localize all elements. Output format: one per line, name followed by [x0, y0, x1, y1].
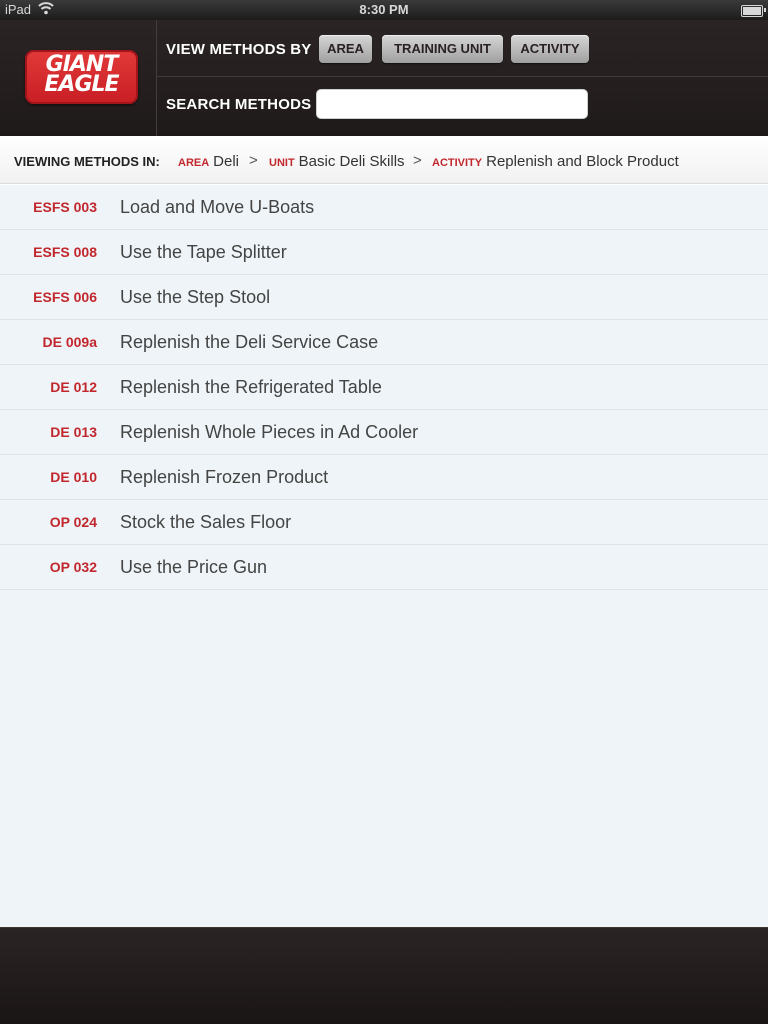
- activity-filter-button[interactable]: ACTIVITY: [511, 35, 589, 63]
- method-title: Use the Step Stool: [120, 287, 271, 307]
- breadcrumb-activity-key: ACTIVITY: [432, 157, 483, 169]
- breadcrumb-activity-value: Replenish and Block Product: [486, 153, 679, 170]
- method-title: Use the Price Gun: [120, 557, 268, 577]
- breadcrumb-area-key: AREA: [178, 157, 210, 169]
- breadcrumb-lead: VIEWING METHODS IN:: [14, 154, 160, 169]
- method-code: DE 013: [50, 424, 97, 440]
- clock: 8:30 PM: [359, 2, 409, 17]
- method-row[interactable]: DE 010 Replenish Frozen Product: [0, 455, 768, 500]
- bottom-toolbar: [0, 927, 768, 1024]
- method-row[interactable]: DE 009a Replenish the Deli Service Case: [0, 320, 768, 365]
- breadcrumb-unit-value: Basic Deli Skills: [298, 153, 405, 170]
- search-methods-label: SEARCH METHODS: [166, 96, 312, 113]
- status-bar: iPad 8:30 PM: [0, 0, 768, 20]
- app-screen: iPad 8:30 PM GIANT EAGLE VIEW METHODS BY…: [0, 0, 768, 1024]
- method-code: DE 012: [50, 379, 97, 395]
- breadcrumb-separator: >: [249, 152, 258, 169]
- method-row[interactable]: OP 024 Stock the Sales Floor: [0, 500, 768, 545]
- method-code: ESFS 003: [33, 199, 97, 215]
- method-code: OP 032: [49, 559, 97, 575]
- method-code: DE 009a: [42, 334, 97, 350]
- breadcrumb: VIEWING METHODS IN: AREA Deli > UNIT Basic…: [0, 136, 768, 184]
- battery-icon: [741, 5, 766, 17]
- method-title: Replenish the Deli Service Case: [120, 332, 379, 352]
- giant-eagle-logo[interactable]: GIANT EAGLE: [25, 50, 138, 104]
- logo-panel: GIANT EAGLE: [0, 20, 157, 136]
- breadcrumb-unit-key: UNIT: [269, 157, 295, 169]
- view-methods-label: VIEW METHODS BY: [166, 41, 312, 58]
- method-row[interactable]: ESFS 006 Use the Step Stool: [0, 275, 768, 320]
- breadcrumb-unit[interactable]: UNIT Basic Deli Skills: [269, 153, 405, 170]
- method-code: ESFS 006: [33, 289, 97, 305]
- method-row[interactable]: OP 032 Use the Price Gun: [0, 545, 768, 590]
- method-title: Replenish the Refrigerated Table: [120, 377, 382, 397]
- method-title: Use the Tape Splitter: [120, 242, 287, 262]
- header-divider: [157, 76, 768, 77]
- method-code: OP 024: [49, 514, 97, 530]
- area-filter-button[interactable]: AREA: [319, 35, 372, 63]
- method-row[interactable]: ESFS 008 Use the Tape Splitter: [0, 230, 768, 275]
- breadcrumb-area-value: Deli: [213, 153, 240, 170]
- method-list: ESFS 003 Load and Move U-Boats ESFS 008 …: [0, 185, 768, 927]
- breadcrumb-area[interactable]: AREA Deli: [178, 153, 239, 170]
- method-code: ESFS 008: [33, 244, 97, 260]
- method-code: DE 010: [50, 469, 97, 485]
- method-title: Load and Move U-Boats: [120, 197, 315, 217]
- training-unit-filter-button[interactable]: TRAINING UNIT: [382, 35, 503, 63]
- method-row[interactable]: DE 012 Replenish the Refrigerated Table: [0, 365, 768, 410]
- method-row[interactable]: DE 013 Replenish Whole Pieces in Ad Cool…: [0, 410, 768, 455]
- breadcrumb-activity[interactable]: ACTIVITY Replenish and Block Product: [432, 153, 679, 170]
- logo-line-2: EAGLE: [44, 72, 119, 97]
- method-title: Replenish Whole Pieces in Ad Cooler: [120, 422, 419, 442]
- battery-level: [743, 7, 761, 15]
- method-title: Replenish Frozen Product: [120, 467, 329, 487]
- app-header: GIANT EAGLE VIEW METHODS BY AREA TRAININ…: [0, 20, 768, 136]
- search-input[interactable]: [316, 89, 588, 119]
- method-row[interactable]: ESFS 003 Load and Move U-Boats: [0, 185, 768, 230]
- method-title: Stock the Sales Floor: [120, 512, 292, 532]
- breadcrumb-separator: >: [413, 152, 422, 169]
